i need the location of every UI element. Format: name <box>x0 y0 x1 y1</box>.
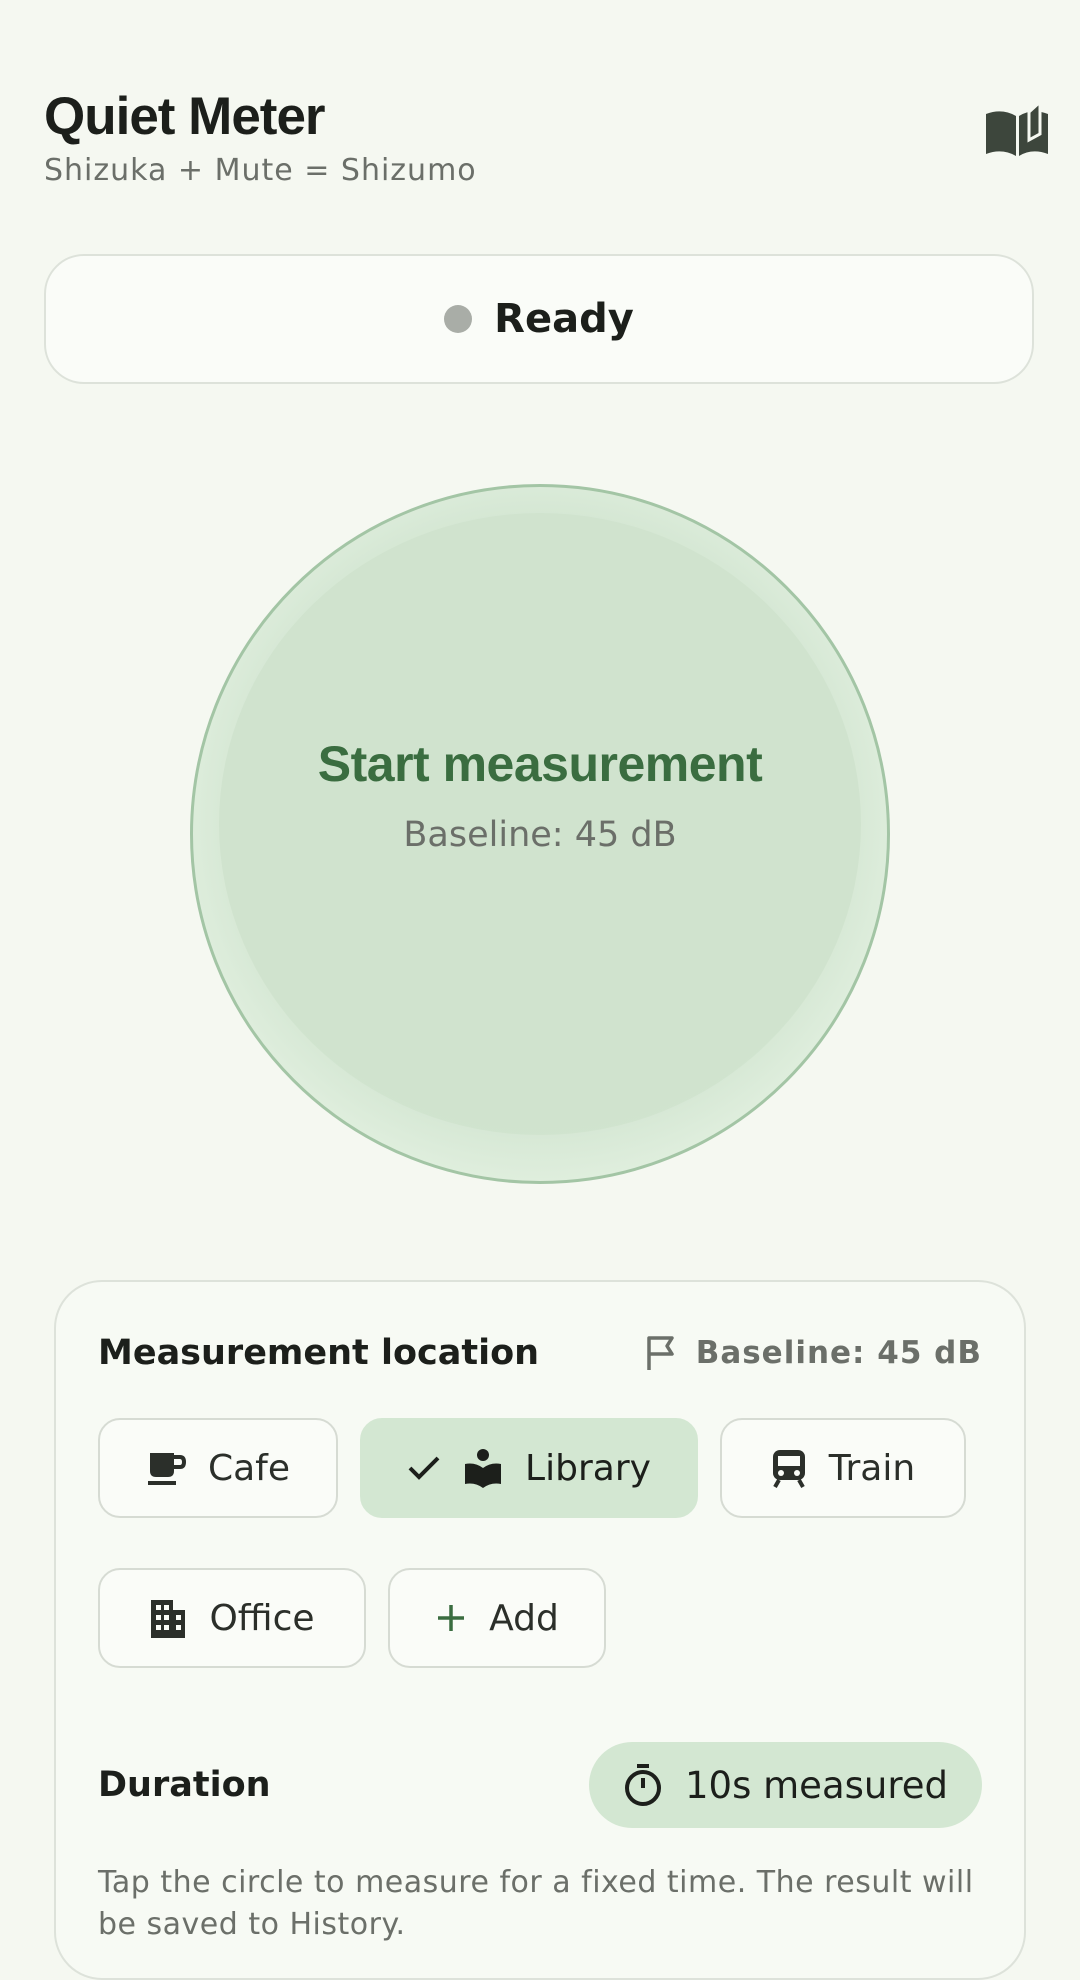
chip-train-label: Train <box>828 1447 916 1489</box>
app-header: Quiet Meter Shizuka + Mute = Shizumo <box>44 86 1050 188</box>
chip-library[interactable]: Library <box>360 1418 698 1518</box>
guide-button[interactable] <box>984 98 1050 160</box>
measurement-hint: Tap the circle to measure for a fixed ti… <box>98 1865 974 1942</box>
coffee-cup-icon <box>147 1453 186 1485</box>
baseline-readout: Baseline: 45 dB <box>403 815 677 855</box>
chip-cafe[interactable]: Cafe <box>98 1418 338 1518</box>
chip-train[interactable]: Train <box>720 1418 966 1518</box>
check-icon <box>408 1456 440 1480</box>
duration-value: 10s measured <box>685 1763 948 1807</box>
duration-label: Duration <box>98 1765 271 1805</box>
status-indicator: Ready <box>44 254 1034 384</box>
open-book-icon <box>986 98 1048 156</box>
status-text: Ready <box>494 296 634 342</box>
duration-row: Duration 10s measured <box>98 1742 982 1828</box>
flag-icon <box>646 1336 674 1370</box>
page-subtitle: Shizuka + Mute = Shizumo <box>44 153 477 188</box>
measurement-settings-card: Measurement location Baseline: 45 dB Caf… <box>54 1280 1026 1980</box>
train-icon <box>772 1450 805 1488</box>
chip-office[interactable]: Office <box>98 1568 366 1668</box>
chip-cafe-label: Cafe <box>207 1447 291 1489</box>
chip-library-label: Library <box>525 1447 651 1489</box>
office-building-icon <box>151 1600 186 1638</box>
page-title: Quiet Meter <box>44 87 326 146</box>
status-dot <box>444 305 473 333</box>
chip-add[interactable]: Add <box>388 1568 606 1668</box>
chip-office-label: Office <box>209 1597 315 1639</box>
location-baseline: Baseline: 45 dB <box>644 1334 982 1372</box>
location-label: Measurement location <box>98 1333 540 1373</box>
location-header: Measurement location Baseline: 45 dB <box>98 1328 982 1378</box>
start-measurement-label: Start measurement <box>317 736 763 792</box>
book-reader-icon <box>465 1449 502 1488</box>
plus-icon <box>438 1605 465 1631</box>
duration-selector[interactable]: 10s measured <box>589 1742 982 1828</box>
start-measurement-button[interactable]: Start measurement Baseline: 45 dB <box>190 484 890 1184</box>
chip-add-label: Add <box>489 1597 559 1639</box>
timer-icon <box>625 1764 662 1806</box>
location-baseline-text: Baseline: 45 dB <box>695 1335 982 1371</box>
